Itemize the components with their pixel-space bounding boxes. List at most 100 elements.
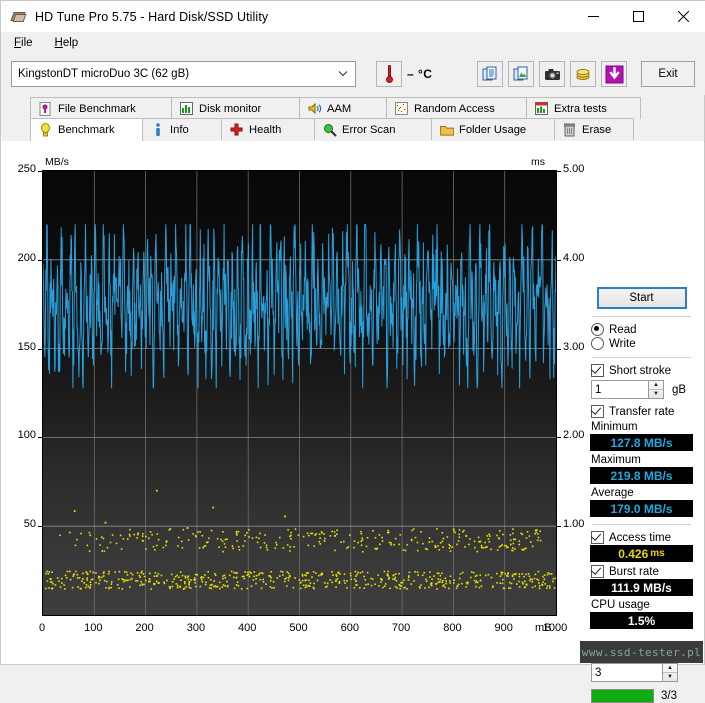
chart-y2tick-mark: [556, 526, 561, 528]
spin-down-icon[interactable]: ▼: [663, 673, 677, 681]
radio-write[interactable]: Write: [591, 337, 694, 350]
checkbox-transfer-rate-label: Transfer rate: [609, 405, 675, 418]
benchmark-bulb-icon: [38, 123, 53, 138]
tab-benchmark[interactable]: Benchmark: [30, 118, 143, 141]
chart-y2tick-label: 4.00: [563, 251, 585, 264]
checkbox-access-time-label: Access time: [609, 531, 671, 544]
tab-info[interactable]: Info: [142, 118, 222, 140]
average-label: Average: [591, 487, 634, 499]
tab-aam[interactable]: AAM: [299, 97, 387, 119]
access-time-unit: ms: [650, 548, 665, 559]
menu-item-help[interactable]: Help: [46, 35, 88, 51]
copy-image-button[interactable]: [508, 61, 534, 87]
minimize-button[interactable]: [571, 1, 616, 32]
checkbox-burst-rate[interactable]: Burst rate: [591, 565, 694, 578]
radio-write-indicator[interactable]: [591, 337, 604, 350]
divider-1: [592, 316, 691, 317]
window-title: HD Tune Pro 5.75 - Hard Disk/SSD Utility: [35, 9, 269, 24]
toolbar: KingstonDT microDuo 3C (62 gB) – °C Exit: [1, 54, 705, 95]
chart-y2tick-label: 2.00: [563, 429, 585, 442]
short-stroke-spin-buttons[interactable]: ▲ ▼: [649, 380, 664, 399]
chart-y2tick-mark: [556, 259, 561, 261]
maximize-button[interactable]: [616, 1, 661, 32]
checkbox-short-stroke[interactable]: Short stroke: [591, 364, 694, 377]
menu-bar: File Help: [1, 32, 705, 55]
tab-random-access-label: Random Access: [414, 102, 495, 115]
close-button[interactable]: [661, 1, 705, 32]
tab-folder-usage[interactable]: Folder Usage: [431, 118, 555, 140]
divider-3: [592, 524, 691, 525]
exit-button[interactable]: Exit: [641, 61, 695, 87]
device-select[interactable]: KingstonDT microDuo 3C (62 gB): [11, 61, 356, 87]
chart-ytick-label: 100: [17, 429, 36, 442]
spin-up-icon[interactable]: ▲: [663, 664, 677, 673]
tab-row-upper: File Benchmark Disk monitor AAM Random A…: [30, 97, 641, 119]
checkbox-transfer-rate[interactable]: Transfer rate: [591, 405, 694, 418]
checkbox-transfer-rate-indicator[interactable]: [591, 405, 604, 418]
chart-ytick-mark: [38, 348, 43, 350]
chart-y2label: ms: [531, 156, 545, 168]
radio-write-label: Write: [609, 337, 636, 350]
short-stroke-stepper[interactable]: 1 ▲ ▼ gB: [591, 380, 694, 399]
health-cross-icon: [229, 122, 244, 137]
menu-item-file[interactable]: File: [5, 35, 42, 51]
progress-bar: [591, 689, 654, 703]
passes-input[interactable]: 3: [591, 663, 663, 682]
progress-bar-fill: [592, 690, 653, 702]
start-button[interactable]: Start: [596, 287, 687, 309]
tab-erase[interactable]: Erase: [554, 118, 634, 140]
cpu-usage-label: CPU usage: [591, 599, 650, 611]
checkbox-access-time[interactable]: Access time: [591, 531, 694, 544]
menu-help-rest: elp: [62, 37, 79, 49]
folder-usage-icon: [439, 122, 454, 137]
chart-xtick-label: 900: [494, 622, 513, 634]
spin-down-icon[interactable]: ▼: [649, 390, 663, 398]
screenshot-camera-button[interactable]: [539, 61, 565, 87]
spin-up-icon[interactable]: ▲: [649, 381, 663, 390]
radio-read-indicator[interactable]: [591, 323, 604, 336]
tab-file-benchmark[interactable]: File Benchmark: [30, 97, 172, 119]
checkbox-short-stroke-indicator[interactable]: [591, 364, 604, 377]
checkbox-burst-rate-indicator[interactable]: [591, 565, 604, 578]
info-icon: [150, 122, 165, 137]
chart-ytick-label: 250: [17, 163, 36, 175]
benchmark-chart: MB/s ms 50 100 150 200 250 1.00 2.00 3.00 4.00 5…: [18, 156, 585, 634]
tab-disk-monitor[interactable]: Disk monitor: [171, 97, 300, 119]
tab-info-label: Info: [170, 123, 189, 136]
tab-error-scan[interactable]: Error Scan: [314, 118, 432, 140]
tab-health[interactable]: Health: [221, 118, 315, 140]
chart-xtick-label: 500: [289, 622, 308, 634]
tab-disk-monitor-label: Disk monitor: [199, 102, 262, 115]
hd-tune-pro-window: HD Tune Pro 5.75 - Hard Disk/SSD Utility…: [0, 0, 705, 703]
radio-read[interactable]: Read: [591, 323, 694, 336]
tab-extra-tests-label: Extra tests: [554, 102, 607, 115]
checkbox-access-time-indicator[interactable]: [591, 531, 604, 544]
tab-folder-usage-label: Folder Usage: [459, 123, 527, 136]
chart-y2tick-mark: [556, 437, 561, 439]
window-controls: [571, 1, 705, 32]
chart-ytick-mark: [38, 171, 43, 172]
chart-y2tick-label: 5.00: [563, 163, 585, 175]
toolbar-buttons: [477, 61, 627, 87]
copy-text-button[interactable]: [477, 61, 503, 87]
chart-plot-area: [42, 170, 557, 616]
chart-xtick-label: 800: [443, 622, 462, 634]
chart-xtick-label: 600: [340, 622, 359, 634]
temperature-indicator: [376, 61, 402, 87]
tab-extra-tests[interactable]: Extra tests: [526, 97, 641, 119]
device-select-value: KingstonDT microDuo 3C (62 gB): [18, 68, 190, 80]
chart-ytick-label: 150: [17, 340, 36, 353]
chart-ylabel: MB/s: [45, 156, 69, 168]
chart-xlabel: mB: [535, 622, 552, 634]
benchmark-panel: MB/s ms 50 100 150 200 250 1.00 2.00 3.00 4.00 5…: [1, 141, 704, 703]
passes-spin-buttons[interactable]: ▲ ▼: [663, 663, 678, 682]
short-stroke-unit: gB: [672, 383, 687, 396]
donate-coins-button[interactable]: [570, 61, 596, 87]
chart-y2tick-mark: [556, 348, 561, 350]
short-stroke-input[interactable]: 1: [591, 380, 649, 399]
tab-random-access[interactable]: Random Access: [386, 97, 527, 119]
passes-stepper[interactable]: 3 ▲ ▼: [591, 663, 694, 682]
tab-error-scan-label: Error Scan: [342, 123, 396, 136]
burst-rate-value: 111.9 MB/s: [590, 579, 693, 596]
download-arrow-button[interactable]: [601, 61, 627, 87]
